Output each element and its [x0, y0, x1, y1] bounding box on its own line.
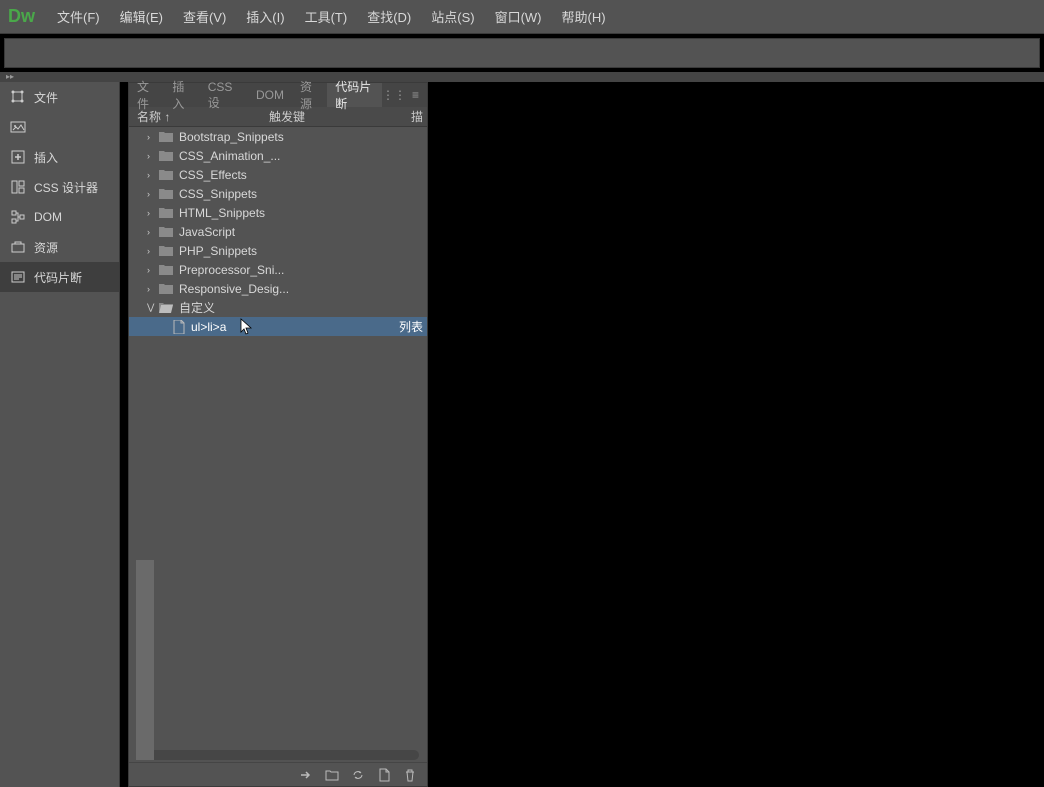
- folder-icon: [159, 264, 173, 276]
- tree-label: Bootstrap_Snippets: [179, 130, 427, 144]
- image-icon: [10, 119, 26, 135]
- sidebar-item-label: 代码片断: [34, 269, 82, 286]
- folder-icon: [159, 169, 173, 181]
- folder-icon: [159, 245, 173, 257]
- folder-icon: [159, 226, 173, 238]
- tree-label: CSS_Effects: [179, 168, 427, 182]
- menubar: Dw 文件(F) 编辑(E) 查看(V) 插入(I) 工具(T) 查找(D) 站…: [0, 0, 1044, 34]
- sidebar-item-label: CSS 设计器: [34, 179, 98, 196]
- tree-right-value: 列表: [399, 318, 427, 335]
- panel-tabs: 文件 插入 CSS 设 DOM 资源 代码片断 ⋮⋮ ≡: [129, 83, 427, 107]
- app-logo: Dw: [8, 6, 35, 27]
- tree-label: 自定义: [179, 299, 427, 316]
- snippets-panel: 文件 插入 CSS 设 DOM 资源 代码片断 ⋮⋮ ≡ 名称 ↑ 触发键 描 …: [128, 82, 428, 787]
- sidebar-item-snippets[interactable]: 代码片断: [0, 262, 119, 292]
- files-icon: [10, 89, 26, 105]
- menu-site[interactable]: 站点(S): [421, 7, 484, 26]
- assets-icon: [10, 239, 26, 255]
- menu-file[interactable]: 文件(F): [47, 7, 110, 26]
- document-scrollbar[interactable]: [136, 560, 154, 760]
- chevron-icon: ›: [147, 170, 159, 180]
- menu-find[interactable]: 查找(D): [357, 7, 421, 26]
- column-desc[interactable]: 描: [403, 108, 427, 125]
- tree-label: JavaScript: [179, 225, 427, 239]
- chevron-icon: ›: [147, 151, 159, 161]
- chevron-icon: ⋁: [147, 302, 159, 313]
- tree-folder-row[interactable]: ⋁ 自定义: [129, 298, 427, 317]
- folder-icon: [159, 283, 173, 295]
- insert-snippet-icon[interactable]: [299, 768, 313, 782]
- chevron-icon: ›: [147, 265, 159, 275]
- snippets-tree: › Bootstrap_Snippets › CSS_Animation_... › CS…: [129, 127, 427, 746]
- sidebar-item-assets[interactable]: 资源: [0, 232, 119, 262]
- sidebar-item-label: 文件: [34, 89, 58, 106]
- menu-insert[interactable]: 插入(I): [236, 7, 294, 26]
- sidebar-item-insert[interactable]: 插入: [0, 142, 119, 172]
- horizontal-scrollbar[interactable]: [137, 750, 419, 760]
- chevron-icon: ›: [147, 227, 159, 237]
- folder-icon: [159, 188, 173, 200]
- tree-label: Preprocessor_Sni...: [179, 263, 427, 277]
- panel-tab-css[interactable]: CSS 设: [200, 83, 248, 107]
- panel-menu-icon[interactable]: ≡: [412, 88, 419, 102]
- main-area: 文件 插入 CSS 设计器 DOM: [0, 82, 1044, 787]
- sidebar-item-label: DOM: [34, 210, 62, 224]
- expand-handle[interactable]: ▸▸: [0, 72, 1044, 82]
- tree-folder-row[interactable]: › CSS_Effects: [129, 165, 427, 184]
- snippets-icon: [10, 269, 26, 285]
- sidebar-item-image[interactable]: [0, 112, 119, 142]
- tree-folder-row[interactable]: › Bootstrap_Snippets: [129, 127, 427, 146]
- panel-tab-assets[interactable]: 资源: [292, 83, 327, 107]
- file-icon: [173, 320, 185, 334]
- tree-file-row[interactable]: ul>li>a列表: [129, 317, 427, 336]
- new-folder-icon[interactable]: [325, 768, 339, 782]
- chevron-icon: ›: [147, 189, 159, 199]
- tree-label: ul>li>a: [191, 320, 399, 334]
- folder-icon: [159, 150, 173, 162]
- tree-folder-row[interactable]: › Preprocessor_Sni...: [129, 260, 427, 279]
- tree-label: Responsive_Desig...: [179, 282, 427, 296]
- delete-icon[interactable]: [403, 768, 417, 782]
- sidebar-item-files[interactable]: 文件: [0, 82, 119, 112]
- tree-folder-row[interactable]: › PHP_Snippets: [129, 241, 427, 260]
- sidebar-item-label: 插入: [34, 149, 58, 166]
- panel-collapse-icon[interactable]: ⋮⋮: [382, 88, 406, 102]
- sidebar-item-css-designer[interactable]: CSS 设计器: [0, 172, 119, 202]
- menu-window[interactable]: 窗口(W): [485, 7, 552, 26]
- css-designer-icon: [10, 179, 26, 195]
- new-snippet-icon[interactable]: [377, 768, 391, 782]
- tree-folder-row[interactable]: › HTML_Snippets: [129, 203, 427, 222]
- tree-label: CSS_Snippets: [179, 187, 427, 201]
- sidebar-item-dom[interactable]: DOM: [0, 202, 119, 232]
- menu-edit[interactable]: 编辑(E): [110, 7, 173, 26]
- dom-icon: [10, 209, 26, 225]
- panel-tab-insert[interactable]: 插入: [164, 83, 199, 107]
- left-sidebar: 文件 插入 CSS 设计器 DOM: [0, 82, 120, 787]
- tree-label: HTML_Snippets: [179, 206, 427, 220]
- menu-view[interactable]: 查看(V): [173, 7, 236, 26]
- sync-icon[interactable]: [351, 768, 365, 782]
- tree-label: PHP_Snippets: [179, 244, 427, 258]
- chevron-icon: ›: [147, 246, 159, 256]
- menu-help[interactable]: 帮助(H): [552, 7, 616, 26]
- panel-tab-dom[interactable]: DOM: [248, 83, 292, 107]
- folder-icon: [159, 302, 173, 314]
- tree-folder-row[interactable]: › CSS_Animation_...: [129, 146, 427, 165]
- tree-label: CSS_Animation_...: [179, 149, 427, 163]
- folder-icon: [159, 131, 173, 143]
- chevron-icon: ›: [147, 208, 159, 218]
- insert-icon: [10, 149, 26, 165]
- menu-tools[interactable]: 工具(T): [295, 7, 358, 26]
- folder-icon: [159, 207, 173, 219]
- tree-folder-row[interactable]: › Responsive_Desig...: [129, 279, 427, 298]
- panel-tab-files[interactable]: 文件: [129, 83, 164, 107]
- panel-tab-snippets[interactable]: 代码片断: [327, 83, 382, 107]
- sidebar-item-label: 资源: [34, 239, 58, 256]
- tree-folder-row[interactable]: › CSS_Snippets: [129, 184, 427, 203]
- options-bar: [4, 38, 1040, 68]
- chevron-icon: ›: [147, 132, 159, 142]
- chevron-icon: ›: [147, 284, 159, 294]
- tree-folder-row[interactable]: › JavaScript: [129, 222, 427, 241]
- panel-footer: [129, 762, 427, 786]
